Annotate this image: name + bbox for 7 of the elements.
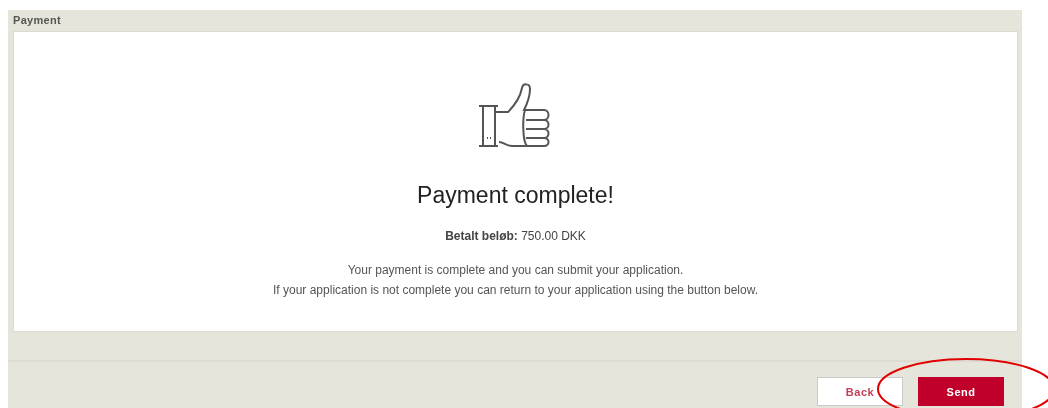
confirmation-message: If your application is not complete you can return to your application using the button below. [273, 283, 758, 297]
paid-amount: Betalt beløb: 750.00 DKK [445, 229, 586, 243]
back-button[interactable]: Back [817, 377, 903, 406]
confirmation-heading: Payment complete! [417, 182, 614, 209]
send-button[interactable]: Send [918, 377, 1004, 406]
panel-title: Payment [12, 13, 62, 28]
confirmation-message: Your payment is complete and you can submit your application. [347, 263, 684, 277]
